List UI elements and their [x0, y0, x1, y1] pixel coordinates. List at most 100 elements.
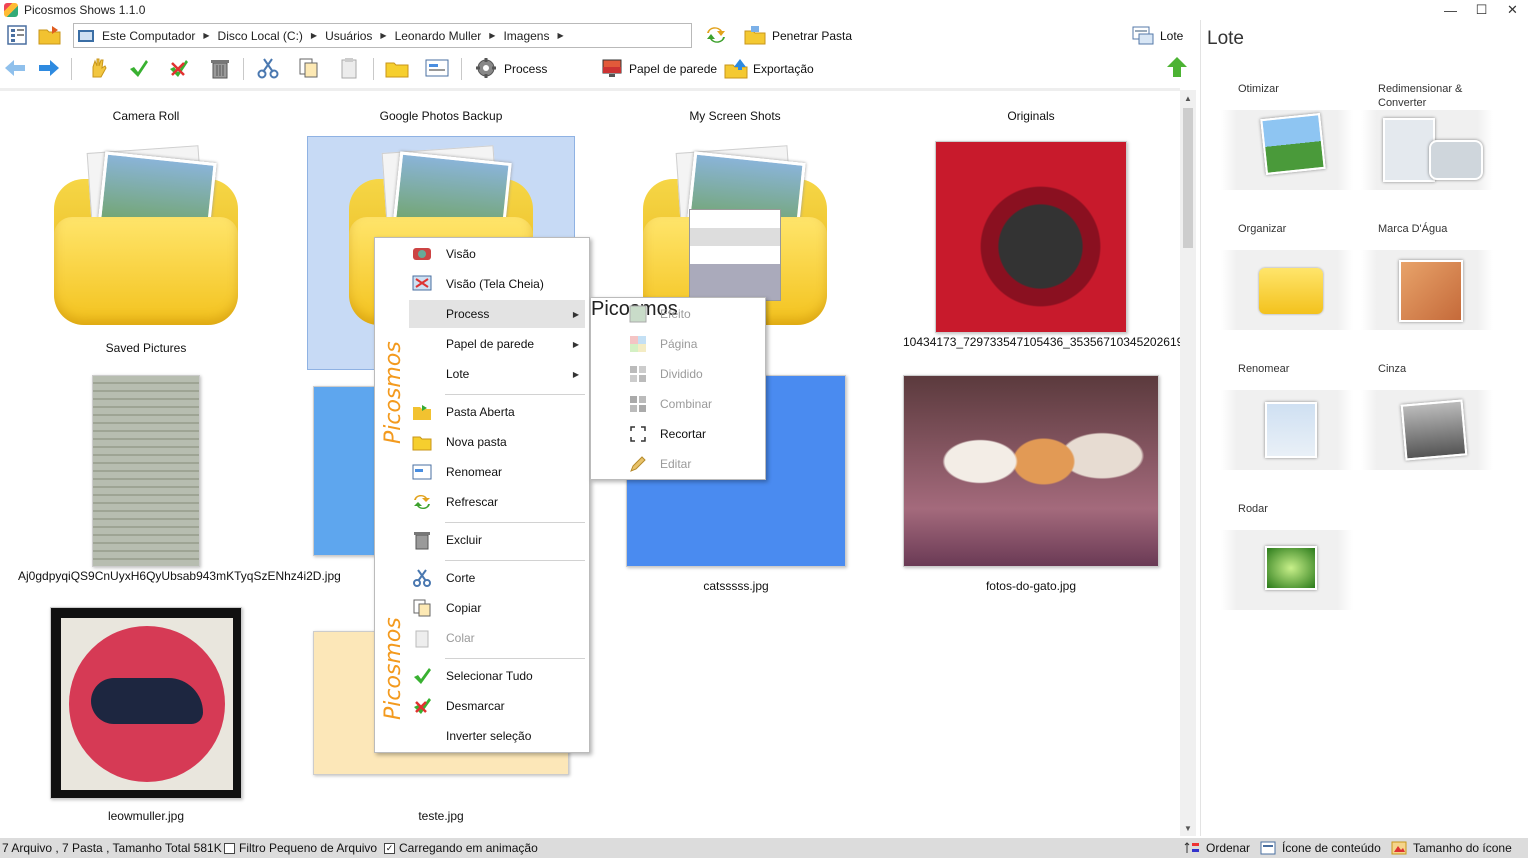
menu-item-corte[interactable]: Corte: [409, 564, 585, 592]
filtro-checkbox[interactable]: [224, 842, 235, 854]
submenu-item-pagina[interactable]: Página: [625, 330, 763, 358]
item-label: leowmuller.jpg: [107, 809, 185, 823]
menu-item-visao[interactable]: Visão: [409, 240, 585, 268]
sort-icon: [1184, 842, 1199, 853]
breadcrumb-item[interactable]: Imagens: [503, 29, 549, 43]
minimize-button[interactable]: —: [1435, 0, 1466, 20]
new-folder-icon[interactable]: [385, 56, 409, 80]
wallpaper-icon[interactable]: [600, 56, 624, 80]
process-icon[interactable]: [474, 56, 498, 80]
back-arrow-icon[interactable]: [3, 56, 27, 80]
image-item[interactable]: Originals 10434173_729733547105436_35356…: [903, 91, 1180, 371]
exportacao-button[interactable]: Exportação: [753, 62, 814, 76]
menu-item-copiar[interactable]: Copiar: [409, 594, 585, 622]
trash-icon[interactable]: [208, 56, 232, 80]
fullscreen-icon: [412, 275, 432, 291]
menu-item-process[interactable]: Process ▶: [409, 300, 585, 328]
carregando-toggle[interactable]: ✓ Carregando em animação: [384, 841, 538, 855]
papel-de-parede-button[interactable]: Papel de parede: [629, 62, 717, 76]
crop-icon: [630, 426, 646, 442]
menu-item-desmarcar[interactable]: Desmarcar: [409, 692, 585, 720]
image-item[interactable]: leowmuller.jpg: [40, 605, 252, 825]
trash-icon: [414, 532, 430, 550]
up-arrow-icon[interactable]: [1165, 55, 1189, 79]
export-icon[interactable]: [724, 56, 748, 80]
image-item[interactable]: fotos-do-gato.jpg: [902, 373, 1160, 593]
open-folder-icon[interactable]: [38, 23, 62, 47]
refresh-icon: [414, 494, 430, 510]
submenu-item-recortar[interactable]: Recortar: [625, 420, 763, 448]
process-submenu: Picosmos Efeito Página Dividido Combinar…: [590, 297, 766, 480]
penetrar-pasta-icon[interactable]: [743, 23, 767, 47]
penetrar-pasta-button[interactable]: Penetrar Pasta: [772, 29, 852, 43]
pencil-icon: [630, 456, 646, 472]
folder-item[interactable]: Camera Roll Saved Pictures: [40, 91, 252, 361]
submenu-item-combinar[interactable]: Combinar: [625, 390, 763, 418]
item-label: catsssss.jpg: [703, 579, 769, 593]
paste-icon: [415, 630, 429, 648]
hand-icon[interactable]: [86, 56, 110, 80]
check-icon[interactable]: [126, 56, 150, 80]
submenu-item-efeito[interactable]: Efeito: [625, 300, 763, 328]
lote-button[interactable]: Lote: [1160, 29, 1183, 43]
image-thumbnail: [50, 607, 242, 799]
menu-item-colar[interactable]: Colar: [409, 624, 585, 652]
submenu-item-editar[interactable]: Editar: [625, 450, 763, 478]
carregando-checkbox[interactable]: ✓: [384, 842, 395, 854]
resize-icon: [1383, 118, 1435, 182]
lote-icon[interactable]: [1131, 23, 1155, 47]
ordenar-button[interactable]: Ordenar: [1184, 841, 1250, 855]
breadcrumb-item[interactable]: Leonardo Muller: [395, 29, 482, 43]
menu-item-visao-tela-cheia[interactable]: Visão (Tela Cheia): [409, 270, 585, 298]
scissors-icon[interactable]: [256, 56, 280, 80]
rename-icon[interactable]: [425, 56, 449, 80]
icone-conteudo-button[interactable]: Ícone de conteúdo: [1260, 841, 1381, 855]
breadcrumb-item[interactable]: Usuários: [325, 29, 372, 43]
view-mode-icon[interactable]: [5, 23, 29, 47]
icon-size-icon: [1391, 841, 1407, 855]
chevron-right-icon: ▶: [572, 369, 579, 379]
visao-icon: [413, 248, 431, 260]
menu-item-excluir[interactable]: Excluir: [409, 526, 585, 554]
optimize-icon: [1260, 113, 1326, 175]
paste-icon[interactable]: [337, 56, 361, 80]
forward-arrow-icon[interactable]: [37, 56, 61, 80]
tamanho-icone-button[interactable]: Tamanho do ícone: [1391, 841, 1512, 855]
context-menu: Picosmos Picosmos Visão Visão (Tela Chei…: [374, 237, 590, 753]
menu-item-lote[interactable]: Lote ▶: [409, 360, 585, 388]
status-summary: 7 Arquivo , 7 Pasta , Tamanho Total 581K: [2, 841, 222, 855]
item-label: 10434173_729733547105436_353567103452026…: [903, 335, 1180, 349]
process-button[interactable]: Process: [504, 62, 547, 76]
vertical-scrollbar[interactable]: ▲ ▼: [1180, 90, 1196, 836]
menu-item-refrescar[interactable]: Refrescar: [409, 488, 585, 516]
close-button[interactable]: ✕: [1497, 0, 1528, 20]
scroll-up-icon[interactable]: ▲: [1180, 90, 1196, 106]
address-bar[interactable]: Este Computador ▶ Disco Local (C:) ▶ Usuár…: [73, 23, 692, 48]
breadcrumb-item[interactable]: Este Computador: [102, 29, 195, 43]
menu-item-inverter-selecao[interactable]: Inverter seleção: [409, 722, 585, 750]
copy-icon[interactable]: [296, 56, 320, 80]
open-folder-icon: [413, 405, 431, 420]
filtro-toggle[interactable]: Filtro Pequeno de Arquivo: [224, 841, 377, 855]
submenu-item-dividido[interactable]: Dividido: [625, 360, 763, 388]
main-toolbar: Process Papel de parede Exportação: [0, 54, 1196, 84]
refresh-icon[interactable]: [704, 23, 728, 47]
image-item[interactable]: Aj0gdpyqiQS9CnUyxH6QyUbsab943mKTyqSzENhz…: [18, 373, 341, 603]
scroll-down-icon[interactable]: ▼: [1180, 820, 1196, 836]
new-folder-icon: [412, 436, 432, 451]
scroll-thumb[interactable]: [1183, 108, 1193, 248]
menu-item-papel-de-parede[interactable]: Papel de parede ▶: [409, 330, 585, 358]
combine-icon: [630, 396, 646, 412]
menu-item-renomear[interactable]: Renomear: [409, 458, 585, 486]
uncheck-icon[interactable]: [166, 56, 190, 80]
effect-icon: [629, 305, 647, 323]
menu-item-selecionar-tudo[interactable]: Selecionar Tudo: [409, 662, 585, 690]
breadcrumb-item[interactable]: Disco Local (C:): [218, 29, 303, 43]
menu-item-pasta-aberta[interactable]: Pasta Aberta: [409, 398, 585, 426]
image-thumbnail: [935, 141, 1127, 333]
rotate-icon: [1265, 546, 1317, 590]
menu-item-nova-pasta[interactable]: Nova pasta: [409, 428, 585, 456]
page-icon: [630, 336, 646, 352]
watermark-icon: [1399, 260, 1463, 322]
maximize-button[interactable]: ☐: [1466, 0, 1497, 20]
